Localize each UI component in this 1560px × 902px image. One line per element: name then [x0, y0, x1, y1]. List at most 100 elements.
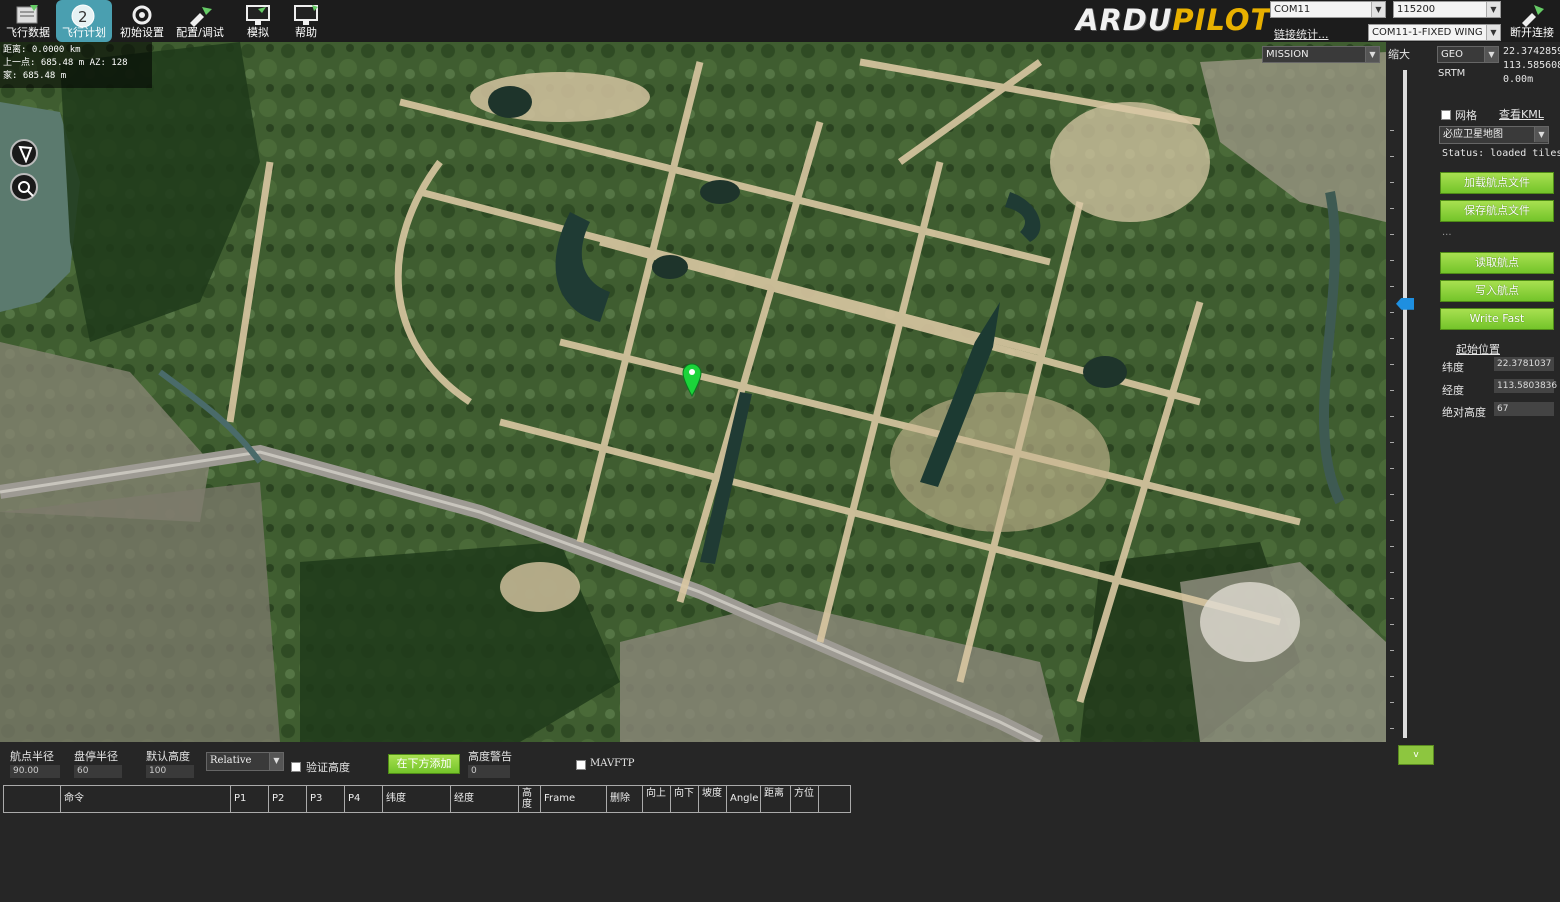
load-wp-file-button[interactable]: 加载航点文件	[1440, 172, 1554, 194]
wp-radius-field[interactable]: 90.00	[10, 765, 60, 778]
write-fast-button[interactable]: Write Fast	[1440, 308, 1554, 330]
add-below-button[interactable]: 在下方添加	[388, 754, 460, 774]
verify-alt-checkbox[interactable]	[291, 762, 301, 772]
chevron-down-icon: ▼	[1534, 127, 1548, 142]
grid-column-header[interactable]: 距离	[761, 786, 791, 812]
home-alt-field[interactable]: 67	[1494, 402, 1554, 416]
vehicle-value: COM11-1-FIXED WING	[1372, 27, 1483, 38]
grid-column-header[interactable]: 方位	[791, 786, 819, 812]
default-alt-label: 默认高度	[146, 750, 190, 763]
chevron-down-icon: ▼	[1365, 47, 1379, 62]
flight-data-button[interactable]: 飞行数据	[0, 0, 56, 42]
zoom-tick	[1390, 442, 1394, 443]
home-alt-label: 绝对高度	[1442, 406, 1486, 419]
view-kml-link[interactable]: 查看KML	[1499, 106, 1544, 122]
map-search-button[interactable]	[10, 173, 38, 201]
status-text: Status: loaded tiles	[1442, 148, 1560, 159]
read-wp-button[interactable]: 读取航点	[1440, 252, 1554, 274]
coord-type-select[interactable]: GEO ▼	[1437, 46, 1499, 63]
alt-warning-field[interactable]: 0	[468, 765, 510, 778]
grid-column-header[interactable]: P2	[269, 786, 307, 812]
grid-column-header[interactable]: 删除	[607, 786, 643, 812]
grid-column-header[interactable]: 向上	[643, 786, 671, 812]
zoom-tick	[1390, 702, 1394, 703]
zoom-tick	[1390, 182, 1394, 183]
disconnect-button[interactable]: 断开连接	[1504, 0, 1560, 42]
baud-select[interactable]: 115200 ▼	[1393, 1, 1501, 18]
home-location-link[interactable]: 起始位置	[1456, 341, 1500, 357]
default-alt-field[interactable]: 100	[146, 765, 194, 778]
add-below-label: 在下方添加	[396, 757, 452, 770]
write-wp-button[interactable]: 写入航点	[1440, 280, 1554, 302]
satellite-map[interactable]	[0, 42, 1386, 742]
zoom-tick	[1390, 130, 1394, 131]
chevron-down-icon: ▼	[1486, 25, 1500, 40]
grid-column-header[interactable]: 坡度	[699, 786, 727, 812]
grid-column-header[interactable]: Frame	[541, 786, 607, 812]
link-stats-link[interactable]: 链接统计...	[1274, 26, 1329, 42]
grid-column-header[interactable]: 高度	[519, 786, 541, 812]
grid-column-header[interactable]: 纬度	[383, 786, 451, 812]
config-tuning-button[interactable]: 配置/调试	[172, 0, 228, 42]
save-wp-file-label: 保存航点文件	[1464, 204, 1530, 217]
vehicle-select[interactable]: COM11-1-FIXED WING ▼	[1368, 24, 1501, 41]
chevron-down-icon: ▼	[1484, 47, 1498, 62]
grid-column-header[interactable]: 经度	[451, 786, 519, 812]
grid-column-header[interactable]: Angle	[727, 786, 761, 812]
zoom-tick	[1390, 650, 1394, 651]
grid-column-header[interactable]: P3	[307, 786, 345, 812]
config-tuning-label: 配置/调试	[176, 26, 224, 39]
ardupilot-logo: ARDUPILOT	[1076, 3, 1272, 37]
grid-checkbox[interactable]	[1441, 110, 1451, 120]
home-distance-text: 家: 685.48 m	[3, 71, 67, 81]
mode-select[interactable]: MISSION ▼	[1262, 46, 1380, 63]
grid-column-header[interactable]: 命令	[61, 786, 231, 812]
initial-setup-button[interactable]: 初始设置	[114, 0, 170, 42]
verify-alt-label: 验证高度	[306, 761, 350, 774]
more-options[interactable]: ...	[1442, 227, 1452, 238]
zoom-tick	[1390, 312, 1394, 313]
zoom-tick	[1390, 468, 1394, 469]
zoom-tick	[1390, 286, 1394, 287]
loiter-radius-field[interactable]: 60	[74, 765, 122, 778]
map-provider-value: 必应卫星地图	[1443, 129, 1503, 140]
distance-overlay: 距离: 0.0000 km 上一点: 685.48 m AZ: 128 家: 6…	[0, 42, 152, 88]
zoom-label: 缩大	[1388, 48, 1410, 61]
zoom-down-button[interactable]: v	[1398, 745, 1434, 765]
cursor-lat: 22.3742859	[1503, 46, 1560, 57]
write-fast-label: Write Fast	[1469, 312, 1525, 325]
default-alt-value: 100	[149, 766, 167, 776]
zoom-slider-thumb[interactable]	[1396, 297, 1414, 310]
cursor-alt: 0.00m	[1503, 74, 1534, 85]
alt-frame-select[interactable]: Relative ▼	[206, 752, 284, 771]
help-button[interactable]: 帮助	[278, 0, 334, 42]
home-alt-value: 67	[1497, 404, 1509, 414]
mavftp-checkbox[interactable]	[576, 760, 586, 770]
waypoint-grid-header: 命令 P1 P2 P3 P4 纬度 经度 高度 Frame 删除 向上 向下 坡度 Angle 距离 方位	[3, 785, 851, 813]
polygon-tool-button[interactable]	[10, 139, 38, 167]
save-wp-file-button[interactable]: 保存航点文件	[1440, 200, 1554, 222]
zoom-tick	[1390, 676, 1394, 677]
home-lng-value: 113.5803836	[1497, 381, 1558, 391]
home-lat-label: 纬度	[1442, 361, 1464, 374]
coord-type-value: GEO	[1441, 49, 1463, 60]
zoom-tick	[1390, 260, 1394, 261]
home-lng-field[interactable]: 113.5803836	[1494, 379, 1558, 393]
initial-setup-label: 初始设置	[120, 26, 164, 39]
home-lat-field[interactable]: 22.3781037	[1494, 357, 1554, 371]
read-wp-label: 读取航点	[1475, 256, 1519, 269]
zoom-slider-track[interactable]	[1403, 70, 1407, 738]
flight-plan-button[interactable]: 2 飞行计划	[56, 0, 112, 42]
grid-column-header[interactable]: 向下	[671, 786, 699, 812]
chevron-down-icon: ▼	[1486, 2, 1500, 17]
grid-column-header[interactable]: P1	[231, 786, 269, 812]
grid-label: 网格	[1455, 109, 1477, 122]
zoom-tick	[1390, 390, 1394, 391]
waypoint-marker-icon[interactable]	[682, 362, 702, 398]
grid-column-header[interactable]	[4, 786, 61, 812]
marker-pin	[682, 363, 702, 398]
map-provider-select[interactable]: 必应卫星地图 ▼	[1439, 126, 1549, 144]
port-select[interactable]: COM11 ▼	[1270, 1, 1386, 18]
grid-column-header[interactable]: P4	[345, 786, 383, 812]
zoom-tick	[1390, 546, 1394, 547]
